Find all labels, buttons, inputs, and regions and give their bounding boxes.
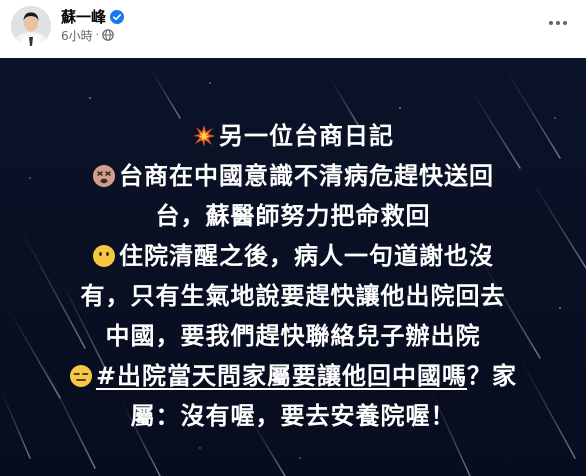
hashtag-link[interactable]: #出院當天問家屬要讓他回中國嗎 <box>96 362 467 390</box>
post-line-6: 中國，要我們趕快聯絡兒子辦出院 <box>105 322 481 350</box>
meta-separator: · <box>95 29 99 41</box>
expressionless-face-emoji-icon <box>69 360 93 387</box>
post-line-7: #出院當天問家屬要讓他回中國嗎？家 <box>0 356 586 396</box>
globe-icon[interactable] <box>102 29 114 41</box>
dizzy-face-emoji-icon <box>92 160 116 187</box>
post-line-5: 有，只有生氣地說要趕快讓他出院回去 <box>80 282 506 310</box>
post-line-3: 台，蘇醫師努力把命救回 <box>155 202 431 230</box>
post-text: 另一位台商日記 台商在中國意識不清病危趕快送回 台，蘇醫師努力把命救回 住院清醒… <box>0 116 586 436</box>
post-text-card: 另一位台商日記 台商在中國意識不清病危趕快送回 台，蘇醫師努力把命救回 住院清醒… <box>0 58 586 476</box>
post-timestamp[interactable]: 6小時 <box>61 27 93 44</box>
post-line-1: 另一位台商日記 <box>0 116 586 156</box>
post-meta: 6小時 · <box>61 27 114 43</box>
post-header: 蘇一峰 6小時 · <box>0 0 586 58</box>
post-text-segment: 住院清醒之後，病人一句道謝也沒 <box>119 242 494 270</box>
post-text-segment: 另一位台商日記 <box>219 122 394 150</box>
post-line-2: 台商在中國意識不清病危趕快送回 <box>0 156 586 196</box>
author-avatar[interactable] <box>11 6 51 46</box>
post-text-segment: ？家 <box>467 362 518 390</box>
no-mouth-face-emoji-icon <box>92 240 116 267</box>
post-line-8: 屬：沒有喔，要去安養院喔！ <box>130 402 456 430</box>
author-row: 蘇一峰 <box>61 6 125 27</box>
post-line-4: 住院清醒之後，病人一句道謝也沒 <box>0 236 586 276</box>
collision-emoji-icon <box>192 120 216 147</box>
author-name[interactable]: 蘇一峰 <box>61 6 106 27</box>
more-options-icon[interactable] <box>540 8 576 38</box>
verified-badge-icon <box>110 9 125 24</box>
post-text-segment: 台商在中國意識不清病危趕快送回 <box>119 162 494 190</box>
